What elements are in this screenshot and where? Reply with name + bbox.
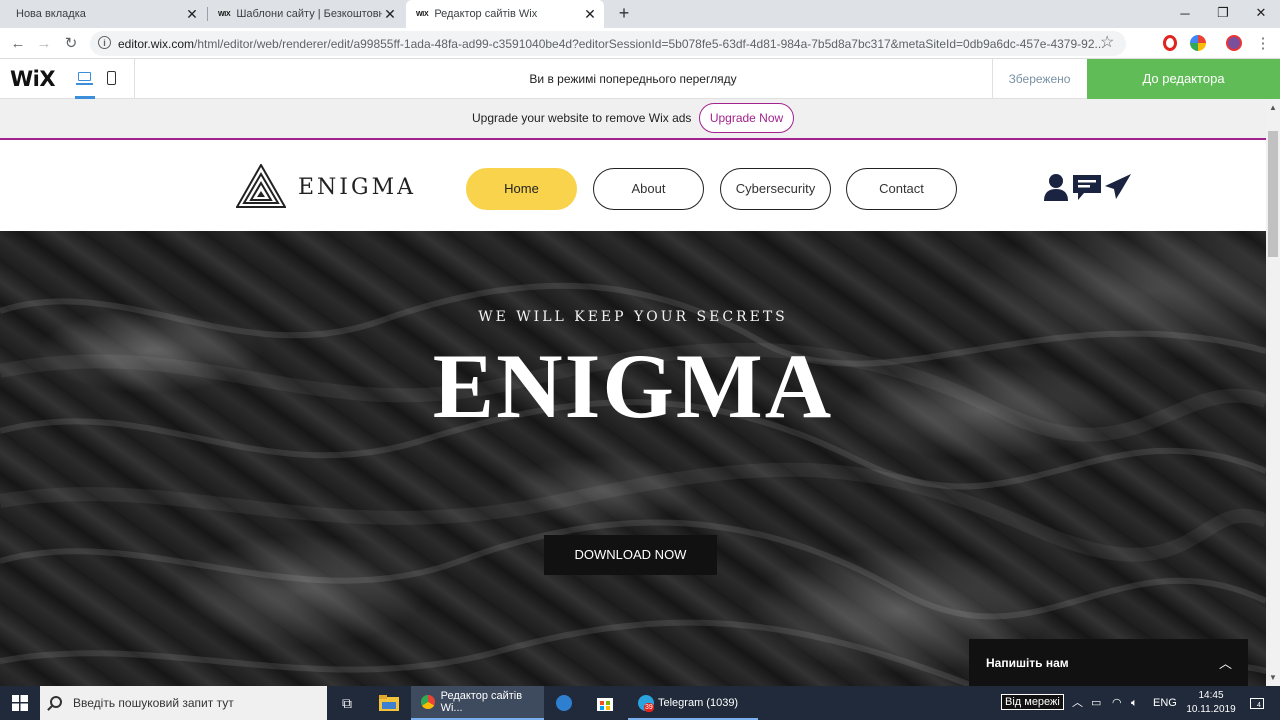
volume-icon[interactable]: 🔈︎: [1131, 686, 1138, 720]
enigma-logo-icon[interactable]: [236, 164, 286, 208]
task-view-icon[interactable]: ⧉: [334, 686, 360, 720]
battery-icon[interactable]: ▭: [1091, 686, 1101, 720]
telegram-badge: 39: [644, 703, 654, 712]
taskbar-app-label: Редактор сайтів Wi...: [440, 690, 523, 714]
nav-cybersecurity[interactable]: Cybersecurity: [720, 168, 831, 210]
close-icon[interactable]: ✕: [184, 6, 200, 23]
tab-title: Нова вкладка: [16, 8, 86, 20]
browser-toolbar: ← → ↻ i editor.wix.com/html/editor/web/r…: [0, 28, 1280, 59]
url-host: editor.wix.com: [118, 36, 195, 51]
store-icon[interactable]: [594, 686, 616, 720]
taskbar-search-input[interactable]: Введіть пошуковий запит тут: [40, 686, 327, 720]
tab-title: Редактор сайтів Wix: [434, 8, 538, 20]
new-tab-button[interactable]: +: [614, 3, 634, 25]
url-path: /html/editor/web/renderer/edit/a99855ff-…: [194, 36, 1105, 51]
upgrade-now-button[interactable]: Upgrade Now: [699, 103, 794, 133]
send-icon[interactable]: [1103, 172, 1133, 202]
hero-title: ENIGMA: [432, 335, 834, 437]
opera-extension-icon[interactable]: [1163, 35, 1177, 51]
bookmark-star-icon[interactable]: ☆: [1100, 32, 1114, 52]
taskbar-app-label: Telegram (1039): [658, 697, 739, 709]
wix-logo: WiX: [10, 67, 56, 91]
edge-icon[interactable]: [553, 686, 575, 720]
reload-icon[interactable]: ↻: [60, 32, 82, 54]
windows-start-button[interactable]: [0, 686, 40, 720]
site-brand-name[interactable]: ENIGMA: [298, 175, 416, 200]
site-info-icon[interactable]: i: [98, 36, 111, 49]
network-icon[interactable]: ◠: [1112, 686, 1122, 720]
close-window-button[interactable]: ✕: [1242, 0, 1280, 26]
header-icons: [1041, 172, 1133, 202]
scroll-up-icon[interactable]: ▲: [1269, 103, 1277, 112]
saved-status: Збережено: [1008, 72, 1071, 86]
search-placeholder: Введіть пошуковий запит тут: [73, 696, 234, 710]
scrollbar-thumb[interactable]: [1268, 131, 1278, 257]
clock-time: 14:45: [1198, 690, 1224, 701]
scroll-down-icon[interactable]: ▼: [1269, 673, 1277, 682]
chrome-icon: [421, 695, 435, 709]
chat-widget-label: Напишіть нам: [986, 656, 1069, 670]
browser-tab-strip: Нова вкладка ✕ WIX Шаблони сайту | Безко…: [0, 0, 1280, 28]
search-icon: [50, 696, 62, 708]
taskbar-app-chrome[interactable]: Редактор сайтів Wi...: [411, 686, 544, 720]
windows-logo-icon: [12, 695, 28, 711]
desktop-view-icon[interactable]: [75, 69, 95, 99]
tray-chevron-up-icon[interactable]: ︿: [1072, 686, 1083, 720]
user-icon[interactable]: [1041, 172, 1071, 202]
browser-tab-editor[interactable]: WIX Редактор сайтів Wix ✕: [406, 0, 604, 28]
site-header: ENIGMA Home About Cybersecurity Contact: [0, 142, 1266, 231]
menu-dots-icon[interactable]: ⋮: [1252, 32, 1274, 54]
download-now-button[interactable]: DOWNLOAD NOW: [544, 535, 717, 575]
browser-tab-templates[interactable]: WIX Шаблони сайту | Безкоштовні шаблони …: [208, 0, 404, 28]
nav-home[interactable]: Home: [466, 168, 577, 210]
profile-avatar[interactable]: [1226, 35, 1242, 51]
notification-count: 4: [1257, 701, 1261, 709]
browser-tab-new[interactable]: Нова вкладка ✕: [6, 0, 206, 28]
hero-texture: [0, 282, 1266, 686]
notification-center-icon[interactable]: 4: [1246, 686, 1268, 720]
wix-ad-banner: Upgrade your website to remove Wix ads U…: [0, 99, 1266, 140]
chevron-up-icon[interactable]: ︿: [1219, 653, 1232, 672]
minimize-button[interactable]: ─: [1166, 0, 1204, 26]
close-icon[interactable]: ✕: [382, 6, 398, 23]
wix-favicon-icon: WIX: [416, 10, 429, 18]
clock-date: 10.11.2019: [1186, 704, 1236, 715]
taskbar-clock[interactable]: 14:45 10.11.2019: [1186, 689, 1236, 717]
ad-banner-text: Upgrade your website to remove Wix ads: [472, 111, 692, 125]
taskbar-app-telegram[interactable]: 39 Telegram (1039): [628, 686, 758, 720]
windows-taskbar: Введіть пошуковий запит тут ⧉ Редактор с…: [0, 686, 1280, 720]
forward-arrow-icon[interactable]: →: [33, 32, 55, 54]
telegram-icon: 39: [638, 695, 654, 712]
hero-section: WE WILL KEEP YOUR SECRETS ENIGMA DOWNLOA…: [0, 231, 1266, 686]
divider: [134, 59, 135, 99]
maximize-button[interactable]: ❐: [1204, 0, 1242, 26]
page-scrollbar[interactable]: ▲ ▼: [1266, 99, 1280, 686]
offline-tooltip: Від мережі: [1001, 694, 1064, 710]
back-arrow-icon[interactable]: ←: [7, 32, 29, 54]
address-bar[interactable]: i editor.wix.com/html/editor/web/rendere…: [90, 31, 1126, 56]
nav-about[interactable]: About: [593, 168, 704, 210]
mobile-view-icon[interactable]: [107, 71, 116, 85]
wix-favicon-icon: WIX: [218, 10, 231, 18]
file-explorer-icon[interactable]: [374, 686, 404, 720]
chat-widget[interactable]: Напишіть нам ︿: [969, 639, 1248, 686]
tab-title: Шаблони сайту | Безкоштовні шаблони: [236, 8, 382, 20]
wix-preview-bar: WiX Ви в режимі попереднього перегляду З…: [0, 59, 1280, 99]
language-indicator[interactable]: ENG: [1153, 686, 1177, 720]
close-icon[interactable]: ✕: [582, 6, 598, 23]
chat-icon[interactable]: [1071, 172, 1103, 202]
hero-tagline: WE WILL KEEP YOUR SECRETS: [478, 309, 788, 325]
nav-contact[interactable]: Contact: [846, 168, 957, 210]
chrome-extension-icon[interactable]: [1190, 35, 1206, 51]
back-to-editor-button[interactable]: До редактора: [1087, 59, 1280, 99]
